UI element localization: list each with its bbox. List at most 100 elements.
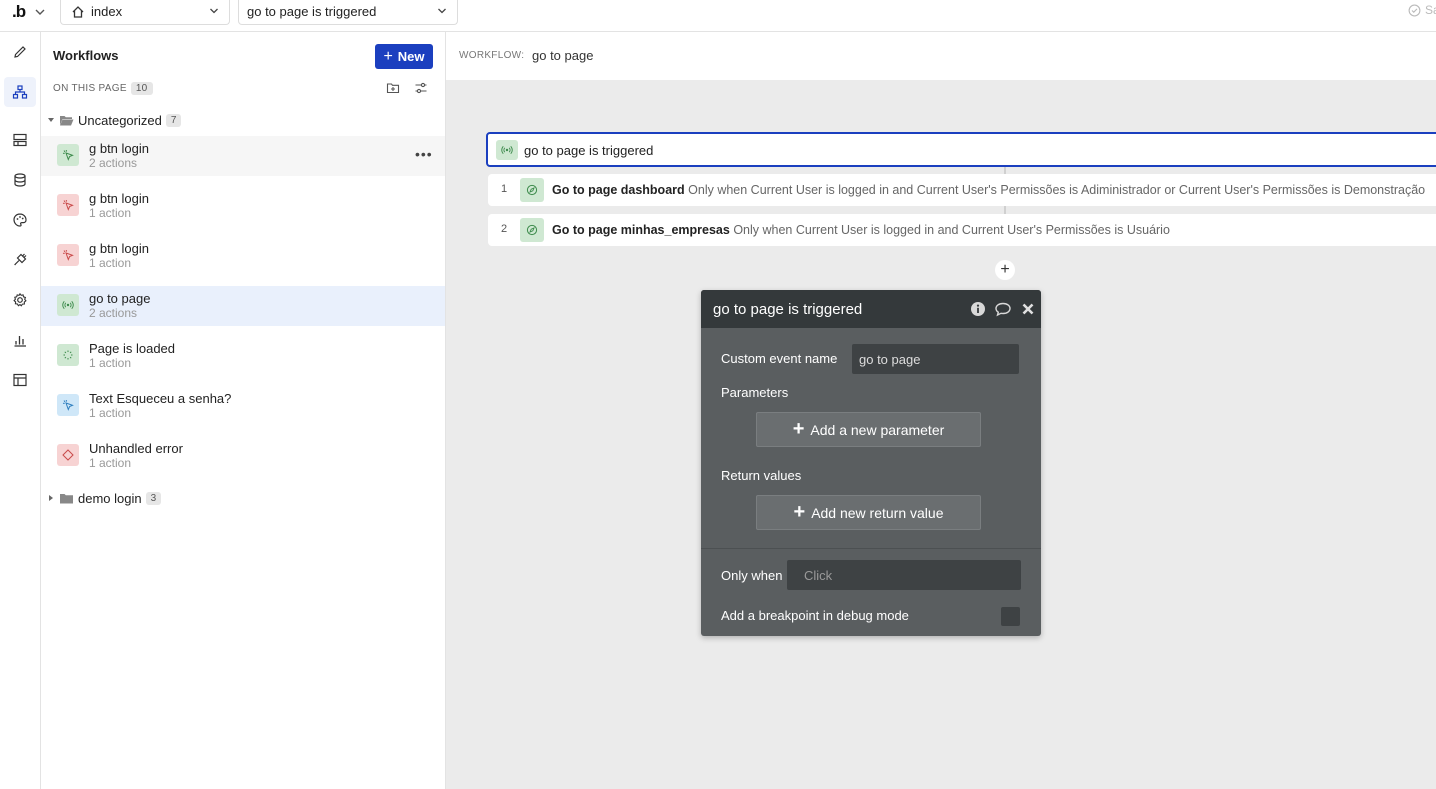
panel-title: Workflows	[53, 48, 119, 63]
workflow-item-icon	[57, 144, 79, 166]
add-action-button[interactable]: +	[995, 260, 1015, 280]
workflow-item-count: 2 actions	[89, 156, 138, 170]
action-step-text: Go to page dashboard Only when Current U…	[552, 183, 1425, 197]
page-selector-value: index	[91, 4, 123, 19]
folder-demo-login[interactable]: demo login 3	[47, 489, 162, 507]
on-this-page-count: 10	[130, 82, 153, 95]
cursor-click-icon	[62, 249, 74, 261]
workflow-item-name: g btn login	[89, 191, 149, 206]
comment-icon[interactable]	[994, 301, 1012, 317]
new-button-label: New	[397, 49, 425, 64]
workflow-label: WORKFLOW:	[459, 50, 525, 61]
workflow-selector[interactable]: go to page is triggered	[238, 0, 458, 25]
workflow-item-icon	[57, 444, 79, 466]
only-when-input[interactable]: Click	[787, 560, 1021, 590]
check-circle-icon	[1408, 4, 1421, 16]
page-selector[interactable]: index	[60, 0, 230, 25]
workflow-header: WORKFLOW: go to page	[446, 32, 1436, 80]
breakpoint-label: Add a breakpoint in debug mode	[721, 608, 909, 623]
custom-event-name-label: Custom event name	[721, 351, 838, 366]
workflow-item-count: 1 action	[89, 406, 132, 420]
broadcast-icon	[501, 145, 513, 155]
navigate-compass-icon	[526, 224, 538, 236]
rail-logs-tab[interactable]	[4, 325, 36, 355]
only-when-label: Only when	[721, 568, 783, 583]
workflow-item-count: 1 action	[89, 456, 132, 470]
plus-icon: +	[792, 418, 805, 440]
action-step-title: Go to page minhas_empresas	[552, 223, 730, 237]
workflow-item[interactable]: Text Esqueceu a senha? 1 action	[41, 386, 445, 426]
workflow-item-count: 2 actions	[89, 306, 138, 320]
breakpoint-checkbox[interactable]	[1001, 607, 1020, 626]
cursor-click-icon	[62, 149, 74, 161]
workflow-item-count: 1 action	[89, 256, 132, 270]
workflow-item[interactable]: g btn login 1 action	[41, 186, 445, 226]
gear-icon	[13, 292, 27, 307]
workflow-item-name: Text Esqueceu a senha?	[89, 391, 232, 406]
rail-design-tab[interactable]	[4, 37, 36, 67]
workflow-item-selected[interactable]: go to page 2 actions	[41, 286, 445, 326]
folder-open-icon	[60, 115, 74, 125]
workflow-item-icon	[57, 194, 79, 216]
plug-icon	[14, 253, 27, 266]
bar-chart-icon	[14, 336, 26, 347]
workflow-item-icon	[57, 394, 79, 416]
action-step[interactable]: 1 Go to page dashboard Only when Current…	[488, 174, 1436, 206]
workflow-panel: Workflows + New ON THIS PAGE 10 Uncatego…	[41, 32, 446, 789]
custom-event-name-input[interactable]: go to page	[852, 344, 1019, 374]
chevron-down-icon	[438, 8, 446, 14]
folder-icon	[60, 493, 73, 503]
add-parameter-button[interactable]: + Add a new parameter	[756, 412, 981, 447]
rail-settings-tab[interactable]	[4, 285, 36, 315]
folder-name: demo login	[78, 490, 142, 506]
rail-styles-tab[interactable]	[4, 205, 36, 235]
workflow-item[interactable]: Unhandled error 1 action	[41, 436, 445, 476]
chevron-down-icon	[210, 8, 218, 14]
workflow-item-name: Unhandled error	[89, 441, 183, 456]
plus-icon: +	[793, 501, 806, 523]
workflow-item[interactable]: g btn login 2 actions •••	[41, 136, 445, 176]
folder-count: 7	[165, 113, 182, 127]
return-values-label: Return values	[721, 468, 802, 483]
new-folder-icon[interactable]	[386, 81, 400, 95]
add-return-value-label: Add new return value	[811, 504, 944, 521]
cursor-click-icon	[62, 199, 74, 211]
chevron-down-icon[interactable]	[34, 6, 46, 18]
loading-icon	[63, 350, 73, 360]
on-this-page-header: ON THIS PAGE 10	[53, 82, 153, 95]
workflow-item-name: go to page	[89, 291, 151, 306]
workflow-item-count: 1 action	[89, 206, 132, 220]
pencil-icon	[14, 46, 26, 58]
rail-database-tab[interactable]	[4, 165, 36, 195]
workflow-item[interactable]: g btn login 1 action	[41, 236, 445, 276]
action-step-text: Go to page minhas_empresas Only when Cur…	[552, 223, 1170, 237]
add-return-value-button[interactable]: + Add new return value	[756, 495, 981, 530]
more-options-icon[interactable]: •••	[415, 146, 433, 162]
action-icon	[520, 178, 544, 202]
close-icon[interactable]	[1021, 301, 1035, 317]
broadcast-icon	[62, 300, 74, 310]
bubble-logo[interactable]: .b	[12, 2, 26, 22]
workflow-item[interactable]: Page is loaded 1 action	[41, 336, 445, 376]
caret-down-icon	[48, 118, 54, 122]
action-step-condition: Only when Current User is logged in and …	[733, 223, 1170, 237]
rail-workflow-tab[interactable]	[4, 77, 36, 107]
rail-data-tab[interactable]	[4, 125, 36, 155]
folder-count: 3	[145, 491, 162, 505]
workflow-item-count: 1 action	[89, 356, 132, 370]
save-status: Sa	[1408, 3, 1436, 17]
action-step[interactable]: 2 Go to page minhas_empresas Only when C…	[488, 214, 1436, 246]
event-trigger-card[interactable]: go to page is triggered	[486, 132, 1436, 167]
rail-plugins-tab[interactable]	[4, 245, 36, 275]
top-bar: .b index go to page is triggered Sa	[0, 0, 1436, 32]
event-trigger-name: go to page is triggered	[524, 143, 654, 158]
filter-sliders-icon[interactable]	[414, 81, 428, 95]
left-rail	[0, 32, 41, 789]
folder-uncategorized[interactable]: Uncategorized 7	[47, 111, 182, 129]
event-icon	[496, 140, 518, 160]
new-workflow-button[interactable]: + New	[375, 44, 433, 69]
property-editor-header[interactable]: go to page is triggered	[701, 290, 1041, 328]
workflow-item-name: g btn login	[89, 141, 149, 156]
info-icon[interactable]	[970, 301, 986, 317]
rail-templates-tab[interactable]	[4, 365, 36, 395]
